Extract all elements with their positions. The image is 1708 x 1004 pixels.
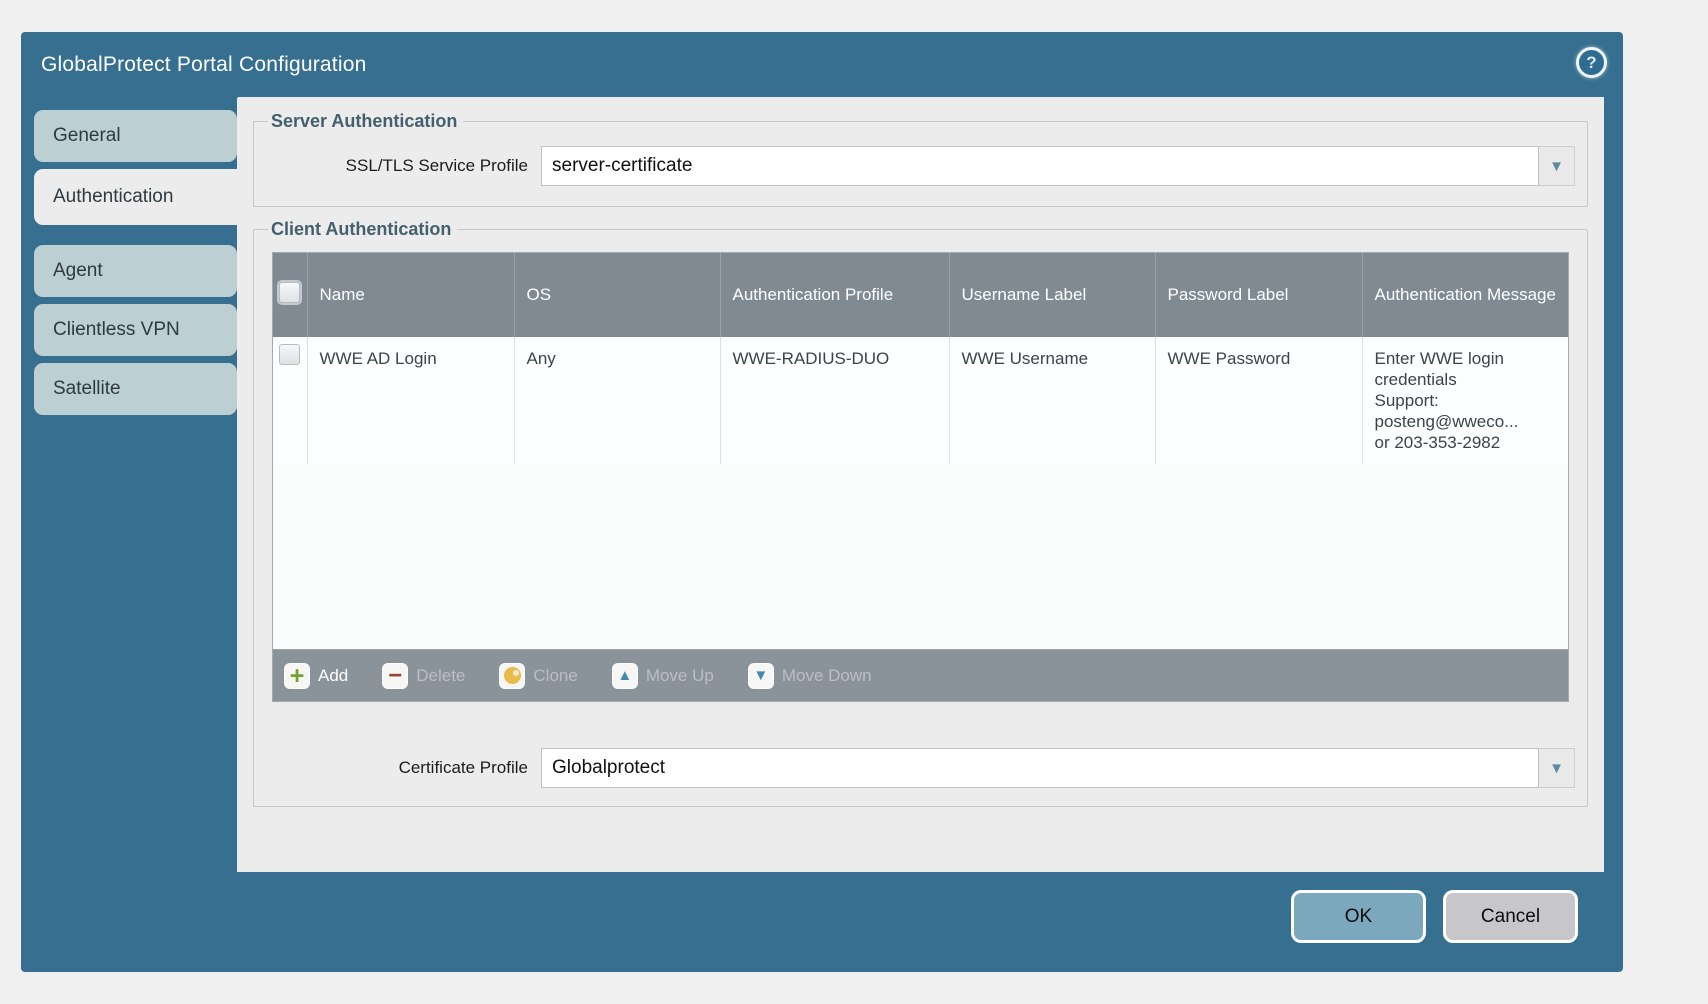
certificate-profile-input[interactable]: [541, 748, 1539, 788]
client-authentication-section: Client Authentication Name OS: [253, 219, 1588, 807]
table-toolbar: + Add − Delete Clone ▲ Move Up: [273, 649, 1568, 701]
server-authentication-section: Server Authentication SSL/TLS Service Pr…: [253, 111, 1588, 207]
select-all-checkbox[interactable]: [279, 282, 300, 303]
client-authentication-grid: Name OS Authentication Profile Username …: [273, 253, 1568, 649]
column-header-authentication-profile[interactable]: Authentication Profile: [720, 253, 949, 337]
ok-button[interactable]: OK: [1291, 890, 1426, 943]
globalprotect-portal-configuration-dialog: GlobalProtect Portal Configuration ? Gen…: [21, 32, 1623, 972]
certificate-profile-label: Certificate Profile: [266, 758, 528, 778]
chevron-down-icon: ▼: [1549, 159, 1564, 174]
tab-general[interactable]: General: [34, 110, 237, 162]
column-header-authentication-message[interactable]: Authentication Message: [1362, 253, 1568, 337]
delete-button[interactable]: − Delete: [382, 663, 465, 689]
certificate-profile-dropdown-button[interactable]: ▼: [1539, 748, 1575, 788]
server-authentication-legend: Server Authentication: [268, 111, 463, 132]
certificate-profile-row: Certificate Profile ▼: [266, 738, 1575, 792]
ssl-tls-service-profile-label: SSL/TLS Service Profile: [266, 156, 528, 176]
certificate-profile-combobox: ▼: [541, 748, 1575, 788]
tab-agent[interactable]: Agent: [34, 245, 237, 297]
tab-authentication[interactable]: Authentication: [34, 169, 237, 225]
cell-password-label[interactable]: WWE Password: [1155, 337, 1362, 464]
tab-clientless-vpn[interactable]: Clientless VPN: [34, 304, 237, 356]
cell-username-label[interactable]: WWE Username: [949, 337, 1155, 464]
cell-name[interactable]: WWE AD Login: [307, 337, 514, 464]
content-panel: Server Authentication SSL/TLS Service Pr…: [237, 97, 1604, 872]
sidebar-tabs: General Authentication Agent Clientless …: [34, 110, 237, 422]
row-checkbox[interactable]: [279, 344, 300, 365]
table-header-row: Name OS Authentication Profile Username …: [273, 253, 1568, 337]
ssl-tls-service-profile-dropdown-button[interactable]: ▼: [1539, 146, 1575, 186]
dialog-title: GlobalProtect Portal Configuration: [41, 53, 366, 77]
add-icon: +: [284, 663, 310, 689]
ssl-tls-service-profile-combobox: ▼: [541, 146, 1575, 186]
client-authentication-legend: Client Authentication: [268, 219, 457, 240]
tab-satellite[interactable]: Satellite: [34, 363, 237, 415]
table-empty-area: [273, 464, 1568, 649]
move-down-icon: ▼: [748, 663, 774, 689]
dialog-footer: OK Cancel: [1291, 890, 1578, 943]
delete-icon: −: [382, 663, 408, 689]
add-button[interactable]: + Add: [284, 663, 348, 689]
help-icon[interactable]: ?: [1576, 47, 1607, 78]
client-authentication-table: Name OS Authentication Profile Username …: [272, 252, 1569, 702]
move-down-button[interactable]: ▼ Move Down: [748, 663, 872, 689]
ssl-tls-service-profile-row: SSL/TLS Service Profile ▼: [266, 136, 1575, 192]
clone-button[interactable]: Clone: [499, 663, 577, 689]
column-header-password-label[interactable]: Password Label: [1155, 253, 1362, 337]
ssl-tls-service-profile-input[interactable]: [541, 146, 1539, 186]
cancel-button[interactable]: Cancel: [1443, 890, 1578, 943]
cell-authentication-message[interactable]: Enter WWE login credentials Support: pos…: [1362, 337, 1568, 464]
clone-icon: [499, 663, 525, 689]
column-header-username-label[interactable]: Username Label: [949, 253, 1155, 337]
column-header-name[interactable]: Name: [307, 253, 514, 337]
table-row: WWE AD Login Any WWE-RADIUS-DUO WWE User…: [273, 337, 1568, 464]
move-up-button[interactable]: ▲ Move Up: [612, 663, 714, 689]
move-up-icon: ▲: [612, 663, 638, 689]
column-header-os[interactable]: OS: [514, 253, 720, 337]
cell-os[interactable]: Any: [514, 337, 720, 464]
chevron-down-icon: ▼: [1549, 761, 1564, 776]
dialog-titlebar: GlobalProtect Portal Configuration ?: [21, 32, 1623, 97]
help-question-glyph: ?: [1586, 53, 1596, 73]
cell-authentication-profile[interactable]: WWE-RADIUS-DUO: [720, 337, 949, 464]
